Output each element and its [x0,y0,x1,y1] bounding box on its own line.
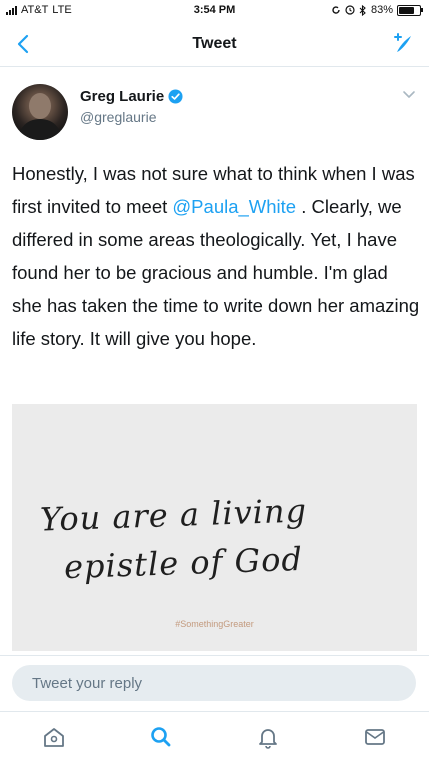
bell-icon[interactable] [255,724,281,750]
avatar-photo [18,93,62,140]
compose-tweet-icon[interactable] [389,30,417,58]
tweet-text: Honestly, I was not sure what to think w… [12,157,420,355]
alarm-icon [345,5,355,15]
status-right: 83% [331,4,423,16]
tab-bar [0,711,429,762]
reply-input[interactable]: Tweet your reply [12,665,416,701]
search-icon[interactable] [148,724,174,750]
rotation-lock-icon [332,6,340,14]
tweet-header: Greg Laurie @greglaurie [0,76,429,146]
media-quote-line-1: You are a living [39,491,308,539]
home-icon[interactable] [41,724,67,750]
bluetooth-icon [359,4,366,16]
tweet-media-image[interactable]: You are a living epistle of God #Somethi… [12,404,417,651]
media-hashtag: #SomethingGreater [175,619,254,629]
mail-icon[interactable] [362,724,388,750]
avatar[interactable] [12,84,68,140]
mention-link[interactable]: @Paula_White [172,196,296,217]
nav-bar: Tweet [0,22,429,67]
reply-bar: Tweet your reply [0,655,429,712]
author-name[interactable]: Greg Laurie [80,88,164,105]
battery-percent: 83% [370,4,393,16]
media-quote-line-2: epistle of God [63,539,304,587]
author-name-row[interactable]: Greg Laurie [80,88,183,105]
chevron-down-icon[interactable] [401,86,417,102]
verified-badge-icon [168,89,183,104]
page-title: Tweet [192,35,237,52]
tweet-text-part: . Clearly, we differed in some areas the… [12,196,420,349]
author-handle[interactable]: @greglaurie [80,109,156,125]
status-bar: AT&T LTE 3:54 PM 83% [0,0,429,22]
battery-icon [397,4,423,16]
